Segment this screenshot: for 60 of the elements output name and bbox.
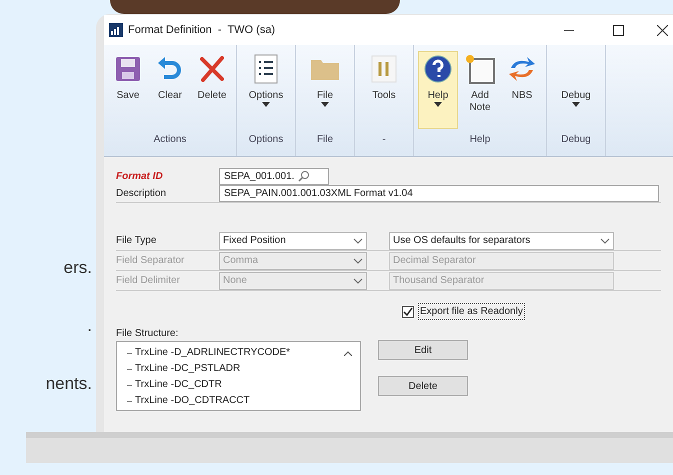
chevron-icon — [353, 278, 363, 284]
dropdown[interactable]: Use OS defaults for separators — [389, 232, 614, 250]
chart-app-icon — [109, 23, 123, 37]
tree-connector — [127, 368, 132, 370]
ribbon-button[interactable]: NBS — [502, 51, 542, 129]
chevron-icon — [600, 238, 610, 244]
field-label: File Type — [116, 234, 158, 248]
tree-connector — [127, 352, 132, 354]
ribbon-button[interactable]: Add Note — [460, 51, 500, 129]
ribbon-button[interactable]: Debug — [556, 51, 596, 129]
window-title: Format Definition - TWO (sa) — [128, 22, 276, 38]
document-list-icon — [253, 54, 279, 84]
tree-item[interactable]: TrxLine -D_ADRLINECTRYCODE* — [135, 345, 290, 361]
note-icon — [464, 53, 496, 85]
ribbon-button[interactable]: Options — [246, 51, 286, 129]
tree-connector — [127, 384, 132, 386]
group-label: - — [381, 133, 387, 147]
help-icon — [423, 54, 453, 84]
action-button[interactable]: Delete — [378, 376, 468, 396]
group-label: Options — [248, 133, 284, 147]
field-label: Field Delimiter — [116, 274, 181, 288]
cross-icon — [198, 55, 226, 83]
body-text: . — [87, 315, 92, 337]
section-label: File Structure: — [116, 327, 180, 341]
group-label: File — [316, 133, 334, 147]
body-text: ers. — [64, 257, 92, 279]
ribbon-button[interactable]: Tools — [364, 51, 404, 129]
tree-list[interactable]: TrxLine -D_ADRLINECTRYCODE* TrxLine -DC_PSTLADR TrxLine -DC_CDTR TrxLine -DO_CDTRACCT — [116, 341, 361, 411]
group-label: Debug — [560, 133, 592, 147]
close-icon[interactable] — [657, 24, 668, 36]
search-icon[interactable] — [298, 170, 310, 182]
field-label: Description — [116, 187, 168, 201]
chevron-icon — [353, 258, 363, 264]
sync-arrows-icon — [507, 54, 537, 84]
tree-item[interactable]: TrxLine -DC_CDTR — [135, 377, 222, 393]
scroll-up-icon[interactable] — [344, 351, 352, 356]
tree-item[interactable]: TrxLine -DC_PSTLADR — [135, 361, 240, 377]
ribbon-button[interactable]: Help — [418, 51, 458, 129]
field-label: Field Separator — [116, 254, 186, 268]
folder-icon — [310, 57, 340, 81]
save-icon — [114, 55, 142, 83]
format-id-field[interactable]: SEPA_001.001. — [219, 168, 329, 184]
chevron-icon — [353, 238, 363, 244]
group-label: Help — [468, 133, 492, 147]
checkbox[interactable] — [402, 306, 414, 318]
tree-item[interactable]: TrxLine -DO_CDTRACCT — [135, 393, 250, 409]
tree-connector — [127, 400, 132, 402]
ribbon-button[interactable]: File — [305, 51, 345, 129]
tools-icon — [371, 55, 397, 83]
ribbon-button[interactable]: Clear — [150, 51, 190, 129]
group-label: Actions — [152, 133, 188, 147]
action-button[interactable]: Edit — [378, 340, 468, 360]
dropdown[interactable]: Fixed Position — [219, 232, 367, 250]
checkbox-label[interactable]: Export file as Readonly — [418, 303, 525, 320]
ribbon-button[interactable]: Delete — [192, 51, 232, 129]
maximize-icon[interactable] — [613, 24, 624, 36]
body-text: nents. — [46, 373, 92, 395]
field-label: Format ID — [116, 170, 164, 184]
ribbon-button[interactable]: Save — [108, 51, 148, 129]
description-field[interactable]: SEPA_PAIN.001.001.03XML Format v1.04 — [219, 185, 659, 202]
